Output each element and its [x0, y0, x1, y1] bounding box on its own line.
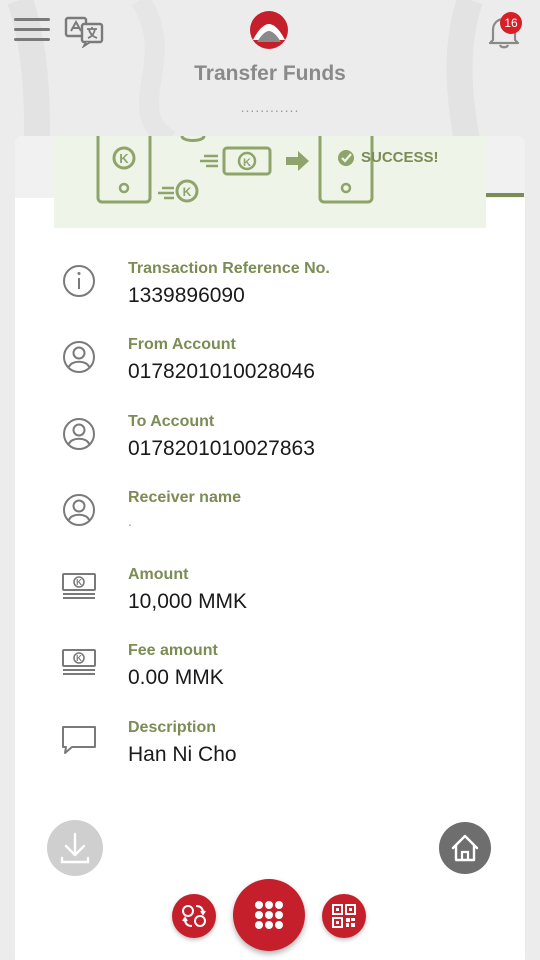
- detail-row-from-account: From Account 0178201010028046: [58, 336, 498, 396]
- title-underline-dots: ............: [240, 99, 300, 115]
- detail-row-to-account: To Account 0178201010027863: [58, 413, 498, 473]
- user-circle-icon: [63, 418, 95, 450]
- qr-scan-button[interactable]: [322, 894, 366, 938]
- home-icon: [451, 834, 479, 862]
- page-title: Transfer Funds: [194, 62, 346, 85]
- currency-k-label: K: [119, 151, 129, 166]
- hamburger-menu-icon[interactable]: [14, 16, 52, 44]
- detail-value: 0178201010027863: [128, 437, 315, 460]
- download-button[interactable]: [47, 820, 103, 876]
- notification-badge: 16: [500, 12, 522, 34]
- banknote-icon: K: [62, 573, 96, 599]
- detail-row-description: Description Han Ni Cho: [58, 719, 498, 779]
- detail-label: Receiver name: [128, 489, 241, 506]
- success-status-text: SUCCESS!: [361, 149, 439, 166]
- detail-label: Fee amount: [128, 642, 218, 659]
- active-tab-indicator: [486, 193, 524, 197]
- exchange-icon: [182, 905, 206, 927]
- svg-text:K: K: [183, 185, 192, 199]
- detail-row-reference: Transaction Reference No. 1339896090: [58, 260, 498, 320]
- svg-text:K: K: [243, 157, 251, 169]
- detail-label: From Account: [128, 336, 236, 353]
- detail-value: 1339896090: [128, 284, 245, 307]
- qr-code-icon: [332, 904, 356, 928]
- apps-menu-button[interactable]: [233, 879, 305, 951]
- svg-text:K: K: [76, 654, 82, 663]
- detail-label: Transaction Reference No.: [128, 260, 330, 277]
- exchange-button[interactable]: [172, 894, 216, 938]
- detail-row-amount: K Amount 10,000 MMK: [58, 566, 498, 626]
- app-header: Transfer Funds ............ 16: [0, 0, 540, 130]
- detail-value: Han Ni Cho: [128, 743, 237, 766]
- home-button[interactable]: [439, 822, 491, 874]
- user-circle-icon: [63, 494, 95, 526]
- detail-row-fee-amount: K Fee amount 0.00 MMK: [58, 642, 498, 702]
- detail-value: 0178201010028046: [128, 360, 315, 383]
- info-icon: [63, 265, 95, 297]
- detail-value: 0.00 MMK: [128, 666, 224, 689]
- detail-label: To Account: [128, 413, 215, 430]
- bank-logo: [249, 10, 289, 50]
- banknote-icon: K: [62, 649, 96, 675]
- svg-text:K: K: [76, 578, 82, 587]
- chat-bubble-icon: [62, 726, 96, 754]
- grid-icon: [255, 901, 283, 929]
- translate-icon[interactable]: [64, 14, 104, 49]
- detail-value: .: [128, 513, 132, 529]
- download-icon: [60, 832, 90, 864]
- detail-label: Amount: [128, 566, 189, 583]
- detail-label: Description: [128, 719, 217, 736]
- detail-row-receiver-name: Receiver name .: [58, 489, 498, 549]
- detail-value: 10,000 MMK: [128, 590, 248, 613]
- user-circle-icon: [63, 341, 95, 373]
